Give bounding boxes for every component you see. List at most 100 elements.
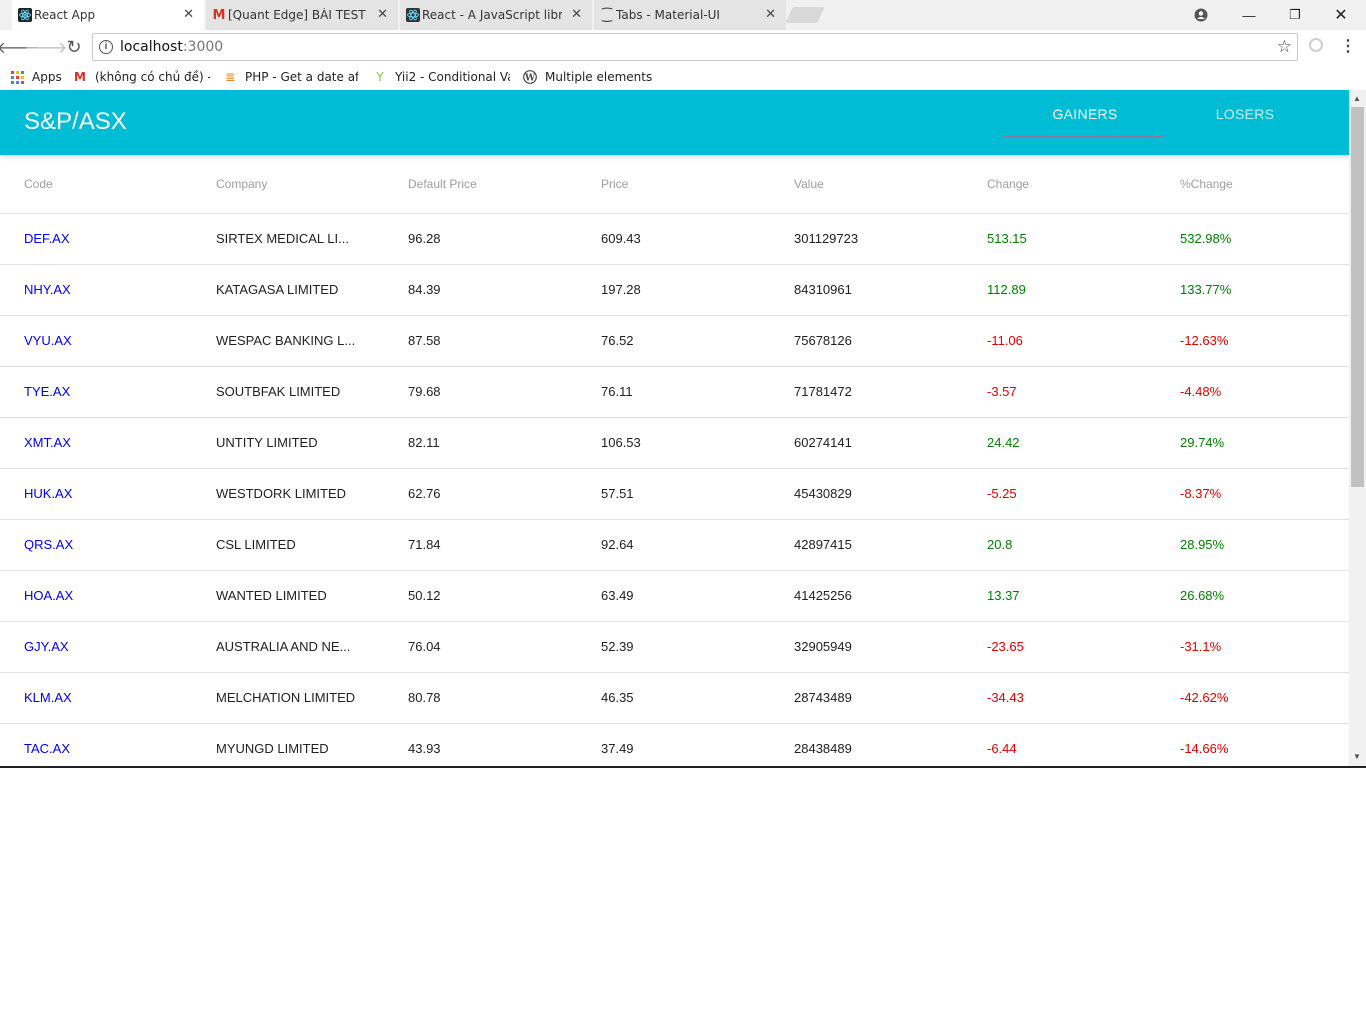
close-icon[interactable]: ✕ [765, 7, 776, 22]
cell-code[interactable]: DEF.AX [24, 231, 70, 246]
cell-code[interactable]: XMT.AX [24, 435, 71, 450]
vertical-scrollbar[interactable]: ▲ ▼ [1349, 90, 1366, 767]
cell-price: 52.39 [601, 639, 634, 654]
cell-change: -5.25 [987, 486, 1017, 501]
cell-value: 75678126 [794, 333, 852, 348]
cell-pct-change: 133.77% [1180, 282, 1232, 297]
cell-code[interactable]: HOA.AX [24, 588, 73, 603]
table-row[interactable]: NHY.AX KATAGASA LIMITED 84.39 197.28 8431096… [0, 265, 1349, 316]
scroll-down-arrow-icon[interactable]: ▼ [1353, 752, 1361, 761]
cell-code[interactable]: NHY.AX [24, 282, 71, 297]
cell-value: 60274141 [794, 435, 852, 450]
cell-default-price: 84.39 [408, 282, 441, 297]
bookmark-apps[interactable]: Apps [10, 68, 62, 86]
browser-tab-react-app[interactable]: React App ✕ [12, 0, 204, 30]
cell-company: WANTED LIMITED [216, 588, 327, 603]
table-row[interactable]: XMT.AX UNTITY LIMITED 82.11 106.53 60274141 2… [0, 418, 1349, 469]
cell-change: -6.44 [987, 741, 1017, 756]
table-row[interactable]: KLM.AX MELCHATION LIMITED 80.78 46.35 287434… [0, 673, 1349, 724]
cell-default-price: 71.84 [408, 537, 441, 552]
cell-price: 57.51 [601, 486, 634, 501]
cell-price: 63.49 [601, 588, 634, 603]
cell-change: 112.89 [987, 282, 1026, 297]
address-bar[interactable]: i localhost:3000 ☆ [92, 33, 1298, 61]
cell-price: 76.52 [601, 333, 634, 348]
table-header-row: Code Company Default Price Price Value C… [0, 155, 1349, 214]
react-icon [406, 8, 420, 22]
cell-code[interactable]: TYE.AX [24, 384, 70, 399]
table-row[interactable]: TAC.AX MYUNGD LIMITED 43.93 37.49 28438489 -6… [0, 724, 1349, 767]
bookmark-gmail[interactable]: M (không có chủ đề) - h [73, 68, 210, 86]
cell-pct-change: -12.63% [1180, 333, 1229, 348]
cell-default-price: 80.78 [408, 690, 441, 705]
cell-code[interactable]: VYU.AX [24, 333, 72, 348]
app-title: S&P/ASX [24, 108, 127, 135]
stackoverflow-icon: ≣ [224, 70, 236, 84]
table-row[interactable]: HUK.AX WESTDORK LIMITED 62.76 57.51 45430829… [0, 469, 1349, 520]
minimize-icon[interactable]: — [1238, 4, 1260, 26]
close-icon[interactable]: ✕ [571, 7, 582, 22]
column-header-company: Company [216, 177, 268, 191]
cell-change: 20.8 [987, 537, 1013, 552]
bookmark-wordpress[interactable]: W Multiple elements in [523, 68, 655, 86]
cell-default-price: 76.04 [408, 639, 441, 654]
new-tab-button[interactable] [785, 7, 825, 23]
browser-tab-react-docs[interactable]: React - A JavaScript libra ✕ [400, 0, 592, 30]
bookmark-label: PHP - Get a date afte [245, 70, 358, 84]
url-text[interactable]: localhost:3000 [120, 39, 223, 55]
cell-default-price: 62.76 [408, 486, 441, 501]
browser-tab-material-ui[interactable]: ⁐ Tabs - Material-UI ✕ [594, 0, 786, 30]
cell-code[interactable]: QRS.AX [24, 537, 73, 552]
cell-change: -34.43 [987, 690, 1024, 705]
table-row[interactable]: QRS.AX CSL LIMITED 71.84 92.64 42897415 20.8 2… [0, 520, 1349, 571]
bookmark-label: Apps [32, 70, 62, 84]
cell-company: SIRTEX MEDICAL LI... [216, 231, 349, 246]
bookmark-stackoverflow[interactable]: ≣ PHP - Get a date afte [223, 68, 358, 86]
forward-arrow-icon[interactable]: 🡒 [25, 37, 68, 57]
browser-tab-label: Tabs - Material-UI [616, 8, 720, 22]
table-row[interactable]: TYE.AX SOUTBFAK LIMITED 79.68 76.11 71781472… [0, 367, 1349, 418]
bookmark-yii[interactable]: Y Yii2 - Conditional Vali [373, 68, 510, 86]
table-row[interactable]: HOA.AX WANTED LIMITED 50.12 63.49 41425256 13… [0, 571, 1349, 622]
tab-gainers[interactable]: GAINERS [1005, 90, 1165, 138]
cell-price: 92.64 [601, 537, 634, 552]
cell-pct-change: -4.48% [1180, 384, 1222, 399]
extension-icon[interactable] [1309, 38, 1323, 52]
cell-pct-change: -8.37% [1180, 486, 1222, 501]
reload-icon[interactable]: ↻ [64, 37, 84, 57]
cell-code[interactable]: KLM.AX [24, 690, 72, 705]
close-icon[interactable]: ✕ [183, 7, 194, 22]
table-row[interactable]: DEF.AX SIRTEX MEDICAL LI... 96.28 609.43 301… [0, 214, 1349, 265]
table-row[interactable]: VYU.AX WESPAC BANKING L... 87.58 76.52 75678… [0, 316, 1349, 367]
cell-pct-change: -42.62% [1180, 690, 1229, 705]
scroll-up-arrow-icon[interactable]: ▲ [1353, 94, 1361, 103]
column-header-default-price: Default Price [408, 177, 477, 191]
profile-icon[interactable] [1190, 4, 1212, 26]
cell-change: -23.65 [987, 639, 1024, 654]
cell-default-price: 43.93 [408, 741, 441, 756]
restore-icon[interactable]: ❐ [1284, 4, 1306, 26]
cell-pct-change: 29.74% [1180, 435, 1225, 450]
browser-menu-icon[interactable]: ⋮ [1340, 36, 1356, 56]
gmail-icon: M [212, 7, 226, 23]
cell-price: 37.49 [601, 741, 634, 756]
bookmark-star-icon[interactable]: ☆ [1277, 37, 1292, 57]
cell-code[interactable]: TAC.AX [24, 741, 70, 756]
site-info-icon[interactable]: i [99, 40, 113, 54]
browser-tab-gmail[interactable]: M [Quant Edge] BÀI TEST Ú ✕ [206, 0, 398, 30]
cell-code[interactable]: GJY.AX [24, 639, 69, 654]
table-row[interactable]: GJY.AX AUSTRALIA AND NE... 76.04 52.39 32905… [0, 622, 1349, 673]
scrollbar-thumb[interactable] [1351, 107, 1364, 487]
cell-company: MYUNGD LIMITED [216, 741, 329, 756]
table-body: DEF.AX SIRTEX MEDICAL LI... 96.28 609.43 301… [0, 214, 1349, 767]
cell-code[interactable]: HUK.AX [24, 486, 72, 501]
cell-default-price: 82.11 [408, 435, 440, 450]
cell-value: 28743489 [794, 690, 852, 705]
cell-company: SOUTBFAK LIMITED [216, 384, 341, 399]
cell-change: -11.06 [987, 333, 1023, 348]
close-icon[interactable]: ✕ [377, 7, 388, 22]
cell-value: 45430829 [794, 486, 852, 501]
tab-losers[interactable]: LOSERS [1165, 90, 1325, 138]
window-close-icon[interactable]: ✕ [1330, 4, 1352, 26]
cell-default-price: 96.28 [408, 231, 441, 246]
